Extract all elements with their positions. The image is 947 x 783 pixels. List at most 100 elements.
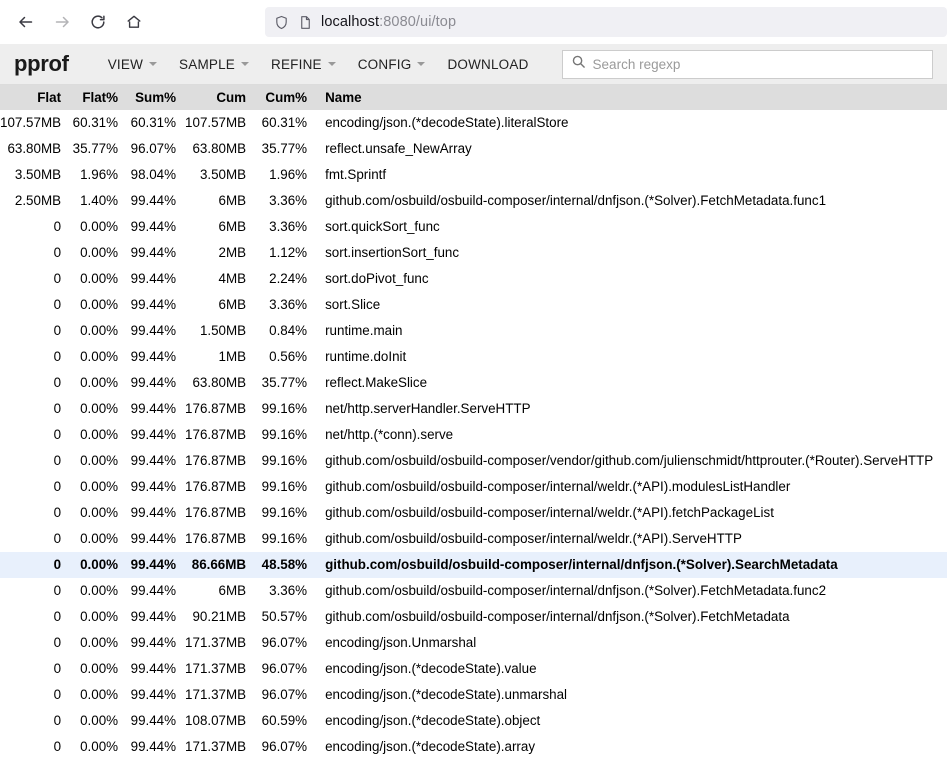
table-row[interactable]: 0 0.00% 99.44% 6MB 3.36% sort.quickSort_func — [0, 214, 947, 240]
table-row[interactable]: 0 0.00% 99.44% 6MB 3.36% sort.Slice — [0, 292, 947, 318]
table-row[interactable]: 0 0.00% 99.44% 108.07MB 60.59% encoding/json.… — [0, 708, 947, 734]
cell-flat-pct: 0.00% — [80, 687, 119, 702]
cell-cum: 171.37MB — [185, 635, 247, 650]
cell-flat-pct: 0.00% — [80, 583, 119, 598]
table-row[interactable]: 63.80MB 35.77% 96.07% 63.80MB 35.77% reflect.… — [0, 136, 947, 162]
cell-flat: 0 — [53, 609, 62, 624]
cell-name: reflect.MakeSlice — [325, 375, 428, 390]
cell-flat: 0 — [53, 401, 62, 416]
cell-name: encoding/json.(*decodeState).literalStor… — [325, 115, 569, 130]
cell-cum-pct: 96.07% — [261, 687, 308, 702]
table-row[interactable]: 0 0.00% 99.44% 1MB 0.56% runtime.doInit — [0, 344, 947, 370]
column-header-cum[interactable]: Cum — [185, 85, 256, 110]
pprof-menu: VIEW SAMPLE REFINE CONFIG DOWNLOAD — [97, 51, 540, 78]
menu-item-download[interactable]: DOWNLOAD — [436, 51, 539, 78]
cell-name: encoding/json.(*decodeState).array — [325, 739, 536, 754]
table-row[interactable]: 0 0.00% 99.44% 176.87MB 99.16% net/http.(*con… — [0, 422, 947, 448]
cell-cum-pct: 60.31% — [261, 115, 308, 130]
menu-item-label: DOWNLOAD — [447, 56, 529, 72]
reload-button[interactable] — [82, 6, 114, 38]
back-button[interactable] — [10, 6, 42, 38]
menu-item-view[interactable]: VIEW — [97, 51, 168, 78]
chevron-down-icon — [149, 62, 158, 66]
cell-sum-pct: 99.44% — [130, 245, 177, 260]
search-box[interactable] — [561, 49, 933, 79]
cell-cum: 86.66MB — [191, 557, 247, 572]
forward-arrow-icon — [53, 13, 71, 31]
column-header-sum-pct[interactable]: Sum% — [127, 85, 186, 110]
table-row[interactable]: 0 0.00% 99.44% 176.87MB 99.16% github.com/osb… — [0, 500, 947, 526]
column-header-cum-pct[interactable]: Cum% — [255, 85, 317, 110]
home-button[interactable] — [118, 6, 150, 38]
menu-item-label: CONFIG — [357, 56, 412, 72]
table-row[interactable]: 0 0.00% 99.44% 1.50MB 0.84% runtime.main — [0, 318, 947, 344]
cell-cum-pct: 48.58% — [261, 557, 308, 572]
table-row[interactable]: 0 0.00% 99.44% 171.37MB 96.07% encoding/json.… — [0, 630, 947, 656]
cell-flat-pct: 0.00% — [80, 349, 119, 364]
cell-cum: 90.21MB — [192, 609, 247, 624]
column-header-flat[interactable]: Flat — [0, 85, 71, 110]
cell-cum: 107.57MB — [185, 115, 247, 130]
cell-cum-pct: 99.16% — [261, 401, 308, 416]
cell-flat: 0 — [53, 349, 62, 364]
table-row[interactable]: 0 0.00% 99.44% 176.87MB 99.16% github.com/osb… — [0, 526, 947, 552]
table-row[interactable]: 0 0.00% 99.44% 171.37MB 96.07% encoding/json.… — [0, 734, 947, 760]
table-row[interactable]: 0 0.00% 99.44% 171.37MB 96.07% encoding/json.… — [0, 682, 947, 708]
cell-name: sort.quickSort_func — [325, 219, 440, 234]
cell-cum: 1MB — [218, 349, 247, 364]
browser-nav-buttons — [10, 6, 150, 38]
table-header: Flat Flat% Sum% Cum Cum% Name — [0, 85, 947, 110]
menu-item-label: SAMPLE — [179, 56, 236, 72]
table-row[interactable]: 0 0.00% 99.44% 176.87MB 99.16% net/http.serve… — [0, 396, 947, 422]
cell-flat-pct: 0.00% — [80, 531, 119, 546]
table-row[interactable]: 0 0.00% 99.44% 90.21MB 50.57% github.com/osbu… — [0, 604, 947, 630]
column-header-name[interactable]: Name — [316, 85, 947, 110]
cell-flat: 0 — [53, 271, 62, 286]
cell-cum-pct: 35.77% — [261, 375, 308, 390]
cell-cum-pct: 3.36% — [269, 219, 308, 234]
forward-button[interactable] — [46, 6, 78, 38]
cell-flat-pct: 0.00% — [80, 661, 119, 676]
search-input[interactable] — [592, 56, 924, 72]
table-row[interactable]: 3.50MB 1.96% 98.04% 3.50MB 1.96% fmt.Sprintf — [0, 162, 947, 188]
back-arrow-icon — [17, 13, 35, 31]
menu-item-refine[interactable]: REFINE — [260, 51, 347, 78]
cell-name: github.com/osbuild/osbuild-composer/inte… — [325, 531, 742, 546]
column-header-flat-pct[interactable]: Flat% — [70, 85, 128, 110]
table-row[interactable]: 0 0.00% 99.44% 63.80MB 35.77% reflect.MakeSli… — [0, 370, 947, 396]
table-row[interactable]: 2.50MB 1.40% 99.44% 6MB 3.36% github.com/osbu… — [0, 188, 947, 214]
table-row[interactable]: 0 0.00% 99.44% 176.87MB 99.16% github.com/osb… — [0, 474, 947, 500]
table-row[interactable]: 0 0.00% 99.44% 176.87MB 99.16% github.com/osb… — [0, 448, 947, 474]
table-row[interactable]: 0 0.00% 99.44% 6MB 3.36% github.com/osbuild/o… — [0, 578, 947, 604]
cell-name: encoding/json.(*decodeState).unmarshal — [325, 687, 568, 702]
table-row[interactable]: 0 0.00% 99.44% 86.66MB 48.58% github.com/osbu… — [0, 552, 947, 578]
profile-table-container: Flat Flat% Sum% Cum Cum% Name 107.57MB 60… — [0, 85, 947, 760]
chevron-down-icon — [241, 62, 250, 66]
table-row[interactable]: 0 0.00% 99.44% 171.37MB 96.07% encoding/json.… — [0, 656, 947, 682]
url-bar[interactable]: localhost:8080/ui/top — [265, 7, 947, 37]
cell-flat-pct: 0.00% — [80, 427, 119, 442]
table-row[interactable]: 107.57MB 60.31% 60.31% 107.57MB 60.31% encodi… — [0, 110, 947, 136]
cell-sum-pct: 99.44% — [130, 271, 177, 286]
menu-item-config[interactable]: CONFIG — [347, 51, 437, 78]
cell-cum: 171.37MB — [185, 687, 247, 702]
cell-sum-pct: 99.44% — [130, 661, 177, 676]
cell-flat: 0 — [53, 245, 62, 260]
cell-flat-pct: 0.00% — [80, 505, 119, 520]
cell-cum-pct: 2.24% — [269, 271, 308, 286]
table-row[interactable]: 0 0.00% 99.44% 4MB 2.24% sort.doPivot_func — [0, 266, 947, 292]
cell-cum-pct: 99.16% — [261, 453, 308, 468]
cell-flat: 0 — [53, 427, 62, 442]
cell-flat: 0 — [53, 375, 62, 390]
cell-cum-pct: 60.59% — [261, 713, 308, 728]
cell-cum-pct: 50.57% — [261, 609, 308, 624]
url-path: :8080/ui/top — [379, 14, 457, 30]
cell-name: github.com/osbuild/osbuild-composer/inte… — [325, 557, 838, 572]
page-icon[interactable] — [297, 14, 314, 31]
cell-flat: 2.50MB — [14, 193, 62, 208]
shield-icon[interactable] — [273, 14, 290, 31]
cell-name: sort.doPivot_func — [325, 271, 429, 286]
menu-item-sample[interactable]: SAMPLE — [168, 51, 260, 78]
table-row[interactable]: 0 0.00% 99.44% 2MB 1.12% sort.insertionSort_f… — [0, 240, 947, 266]
cell-sum-pct: 99.44% — [130, 401, 177, 416]
